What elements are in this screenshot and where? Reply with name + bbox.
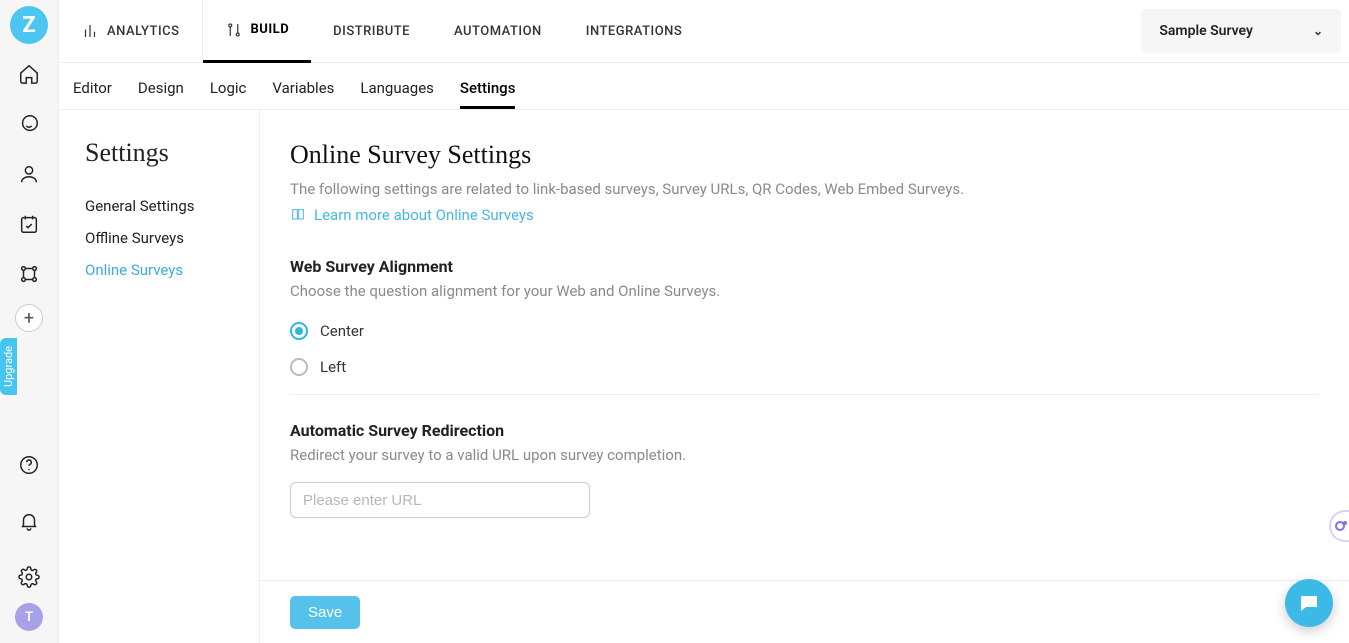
settings-heading: Settings [85, 138, 233, 168]
radio-center[interactable]: Center [290, 322, 1319, 340]
sidebar-item-offline[interactable]: Offline Surveys [85, 222, 233, 254]
tab-editor[interactable]: Editor [73, 79, 112, 109]
analytics-icon [81, 22, 99, 40]
save-bar: Save [260, 580, 1349, 643]
settings-gear-icon[interactable] [9, 557, 49, 597]
nav-integrations-label: INTEGRATIONS [586, 24, 683, 39]
radio-left-input[interactable] [290, 358, 308, 376]
nav-automation-label: AUTOMATION [454, 24, 542, 39]
book-icon [290, 207, 306, 223]
main-content: Online Survey Settings The following set… [260, 110, 1349, 580]
tab-design[interactable]: Design [138, 79, 184, 109]
add-button[interactable]: + [15, 304, 43, 332]
nav-analytics[interactable]: ANALYTICS [59, 0, 203, 63]
home-icon[interactable] [9, 54, 49, 94]
learn-more-label: Learn more about Online Surveys [314, 206, 534, 224]
help-icon[interactable] [9, 445, 49, 485]
left-rail: Z + Upgrade T [0, 0, 59, 643]
sidebar-item-online[interactable]: Online Surveys [85, 254, 233, 286]
nav-automation[interactable]: AUTOMATION [432, 0, 564, 63]
divider [290, 394, 1319, 395]
alignment-title: Web Survey Alignment [290, 257, 1319, 276]
tab-variables[interactable]: Variables [272, 79, 334, 109]
user-icon[interactable] [9, 154, 49, 194]
redirect-url-input[interactable] [290, 482, 590, 518]
feedback-icon[interactable] [9, 104, 49, 144]
upgrade-pill[interactable]: Upgrade [0, 338, 17, 395]
nav-analytics-label: ANALYTICS [107, 24, 180, 39]
chevron-down-icon: ⌄ [1313, 24, 1323, 38]
notifications-icon[interactable] [9, 501, 49, 541]
page-title: Online Survey Settings [290, 140, 1319, 170]
top-nav: ANALYTICS BUILD DISTRIBUTE AUTOMATION IN… [59, 0, 1349, 63]
redirect-desc: Redirect your survey to a valid URL upon… [290, 446, 1319, 464]
survey-dropdown-label: Sample Survey [1159, 23, 1253, 39]
sub-nav: Editor Design Logic Variables Languages … [59, 63, 1349, 110]
alignment-desc: Choose the question alignment for your W… [290, 282, 1319, 300]
radio-center-label: Center [320, 322, 364, 340]
chat-icon [1297, 591, 1321, 615]
learn-more-link[interactable]: Learn more about Online Surveys [290, 206, 534, 224]
survey-dropdown[interactable]: Sample Survey ⌄ [1141, 9, 1341, 53]
page-subtitle: The following settings are related to li… [290, 180, 1319, 198]
alignment-radio-group: Center Left [290, 322, 1319, 376]
nav-distribute[interactable]: DISTRIBUTE [311, 0, 432, 63]
avatar[interactable]: T [15, 603, 43, 631]
radio-left[interactable]: Left [290, 358, 1319, 376]
app-logo[interactable]: Z [10, 6, 48, 44]
redirect-title: Automatic Survey Redirection [290, 421, 1319, 440]
nav-integrations[interactable]: INTEGRATIONS [564, 0, 705, 63]
build-icon [225, 21, 243, 39]
radio-center-input[interactable] [290, 322, 308, 340]
chat-fab[interactable] [1285, 579, 1333, 627]
settings-sidebar: Settings General Settings Offline Survey… [59, 110, 260, 643]
tasks-icon[interactable] [9, 204, 49, 244]
nav-build-label: BUILD [251, 22, 290, 37]
tab-settings[interactable]: Settings [460, 79, 516, 109]
sidebar-item-general[interactable]: General Settings [85, 190, 233, 222]
nav-distribute-label: DISTRIBUTE [333, 24, 410, 39]
nav-build[interactable]: BUILD [203, 0, 312, 63]
tab-languages[interactable]: Languages [360, 79, 434, 109]
tab-logic[interactable]: Logic [210, 79, 247, 109]
save-button[interactable]: Save [290, 596, 360, 629]
radio-left-label: Left [320, 358, 346, 376]
workflow-icon[interactable] [9, 254, 49, 294]
